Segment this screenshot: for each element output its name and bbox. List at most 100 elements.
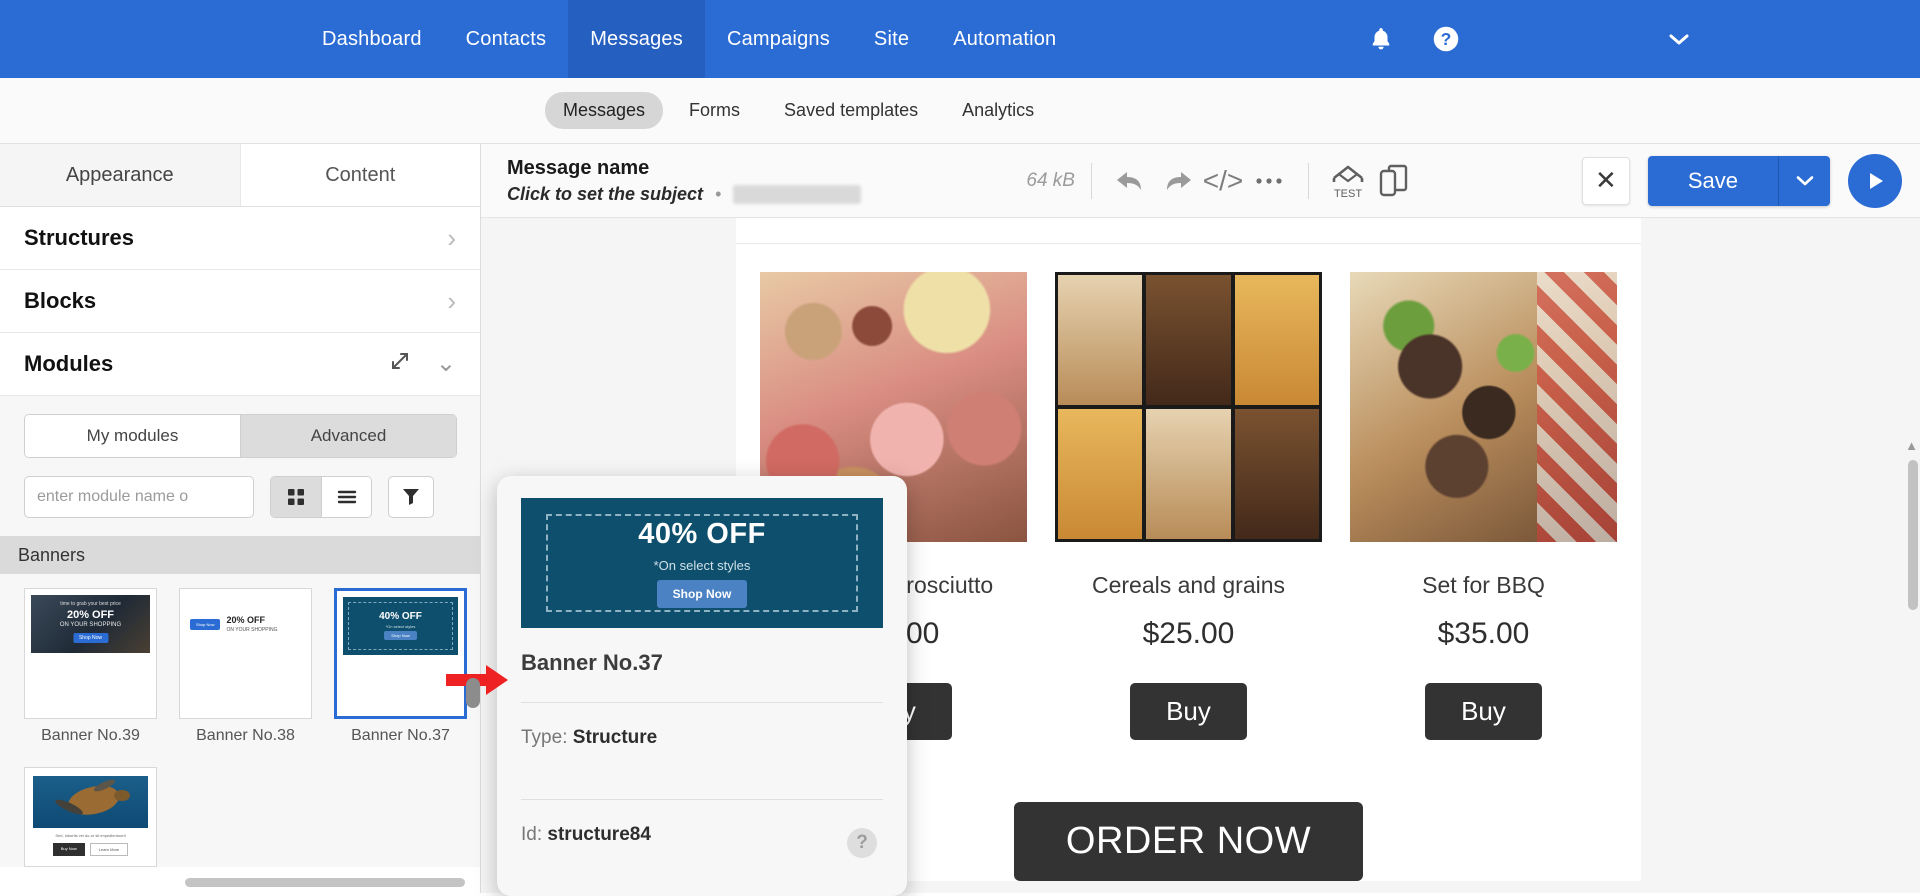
nav-item-dashboard[interactable]: Dashboard (300, 0, 444, 78)
turtle-shell (65, 782, 121, 820)
popup-type-row: Type: Structure (521, 703, 883, 773)
separator-dot: • (715, 183, 722, 204)
thumb-preview: Shop Now 20% OFF ON YOUR SHOPPING (186, 595, 305, 653)
toggle-label: My modules (86, 426, 179, 445)
popup-title: Banner No.37 (521, 650, 663, 675)
email-cut-off-heading (736, 218, 1641, 244)
chevron-right-icon: › (447, 223, 456, 253)
thumb-label: Banner No.37 (351, 727, 450, 744)
collage-cell (1146, 409, 1231, 539)
nav-item-automation[interactable]: Automation (931, 0, 1078, 78)
section-right: › (447, 225, 456, 251)
popup-banner-headline: 40% OFF (638, 518, 766, 550)
editor-toolbar: Message name Click to set the subject • … (481, 144, 1920, 218)
nav-item-site[interactable]: Site (852, 0, 931, 78)
section-title: Blocks (24, 288, 97, 313)
save-button[interactable]: Save (1647, 155, 1778, 206)
expand-arrows-icon[interactable] (388, 349, 412, 379)
popup-banner-cta-button[interactable]: Shop Now (656, 580, 748, 608)
section-structures[interactable]: Structures › (0, 207, 480, 270)
product-card[interactable]: Cereals and grains $25.00 Buy (1055, 272, 1322, 768)
module-thumb-banner-38: Shop Now 20% OFF ON YOUR SHOPPING Banner… (179, 588, 312, 745)
thumb-cta: Shop Now (72, 633, 109, 643)
toolbar-divider (1307, 162, 1309, 199)
nav-label: Campaigns (726, 27, 830, 50)
collage-cell (1234, 409, 1319, 539)
nav-item-messages[interactable]: Messages (568, 0, 705, 78)
nav-item-campaigns[interactable]: Campaigns (705, 0, 852, 78)
ellipsis-icon[interactable] (1246, 158, 1292, 204)
module-thumbnail-list: time to grab your best price 20% OFF ON … (24, 574, 467, 745)
grid-view-icon[interactable] (271, 477, 321, 517)
panel-horizontal-scrollbar[interactable] (185, 878, 465, 887)
module-search-input[interactable] (24, 476, 254, 518)
question-mark-icon[interactable]: ? (847, 828, 877, 858)
tab-analytics[interactable]: Analytics (944, 92, 1052, 129)
thumb-card[interactable]: Sed, lobortis vel do-or sit impedientoor… (24, 767, 157, 867)
popup-banner-subtext: *On select styles (653, 558, 751, 573)
thumb-cta: Shop Now (190, 618, 221, 630)
funnel-filter-icon[interactable] (388, 476, 434, 518)
panel-tab-content[interactable]: Content (240, 144, 480, 206)
toggle-my-modules[interactable]: My modules (25, 415, 240, 457)
message-subject-row: Click to set the subject • (507, 183, 862, 205)
product-price: $25.00 (1142, 617, 1235, 650)
canvas-vertical-scrollbar[interactable] (1908, 460, 1918, 610)
tab-forms[interactable]: Forms (671, 92, 758, 129)
html-code-icon[interactable]: </> (1200, 158, 1246, 204)
play-triangle-icon[interactable] (1848, 153, 1902, 208)
undo-arrow-icon[interactable] (1108, 158, 1154, 204)
product-card[interactable]: Set for BBQ $35.00 Buy (1350, 272, 1617, 768)
nav-left-spacer (0, 0, 300, 78)
thumb-headline: 40% OFF (379, 611, 422, 623)
message-name-field[interactable]: Message name (507, 157, 861, 180)
message-subject-field[interactable]: Click to set the subject (507, 184, 703, 205)
panel-tab-label: Content (325, 163, 396, 186)
thumb-preview: 40% OFF *On select styles Shop Now (343, 597, 458, 655)
thumb-btn-secondary: Learn More (89, 843, 129, 856)
section-modules[interactable]: Modules ⌄ (0, 333, 480, 396)
order-now-button[interactable]: ORDER NOW (1013, 802, 1364, 881)
buy-button[interactable]: Buy (1130, 683, 1247, 740)
send-test-icon[interactable]: TEST (1325, 158, 1371, 204)
thumb-buttons: Buy Now Learn More (33, 843, 148, 856)
account-chevron-down-icon[interactable] (1668, 32, 1690, 46)
device-preview-icon[interactable] (1371, 158, 1417, 204)
scroll-up-arrow-icon[interactable]: ▲ (1905, 438, 1918, 453)
section-blocks[interactable]: Blocks › (0, 270, 480, 333)
tab-messages[interactable]: Messages (545, 92, 664, 129)
collage-cell (1146, 275, 1231, 405)
popup-banner-inner: 40% OFF *On select styles Shop Now (546, 514, 858, 612)
thumb-preview: time to grab your best price 20% OFF ON … (31, 595, 150, 653)
nav-label: Messages (590, 27, 683, 50)
thumb-card[interactable]: time to grab your best price 20% OFF ON … (24, 588, 157, 719)
popup-type-value: Structure (572, 727, 658, 748)
save-chevron-down-icon[interactable] (1778, 155, 1830, 206)
close-button[interactable]: ✕ (1581, 156, 1630, 205)
module-thumb-extra: Sed, lobortis vel do-or sit impedientoor… (24, 767, 157, 867)
mouse-cursor-indicator (466, 678, 480, 708)
thumb-label: Banner No.38 (196, 727, 295, 744)
chevron-down-icon: ⌄ (435, 350, 456, 377)
toggle-advanced[interactable]: Advanced (240, 415, 456, 457)
bell-icon[interactable] (1368, 25, 1394, 53)
modules-source-toggle: My modules Advanced (24, 414, 457, 458)
module-detail-popup: 40% OFF *On select styles Shop Now Banne… (497, 476, 907, 896)
product-name: Set for BBQ (1422, 572, 1545, 598)
message-meta: Message name Click to set the subject • (507, 157, 862, 205)
list-view-icon[interactable] (321, 477, 371, 517)
nav-item-contacts[interactable]: Contacts (444, 0, 569, 78)
turtle-head (113, 789, 130, 801)
top-navigation-bar: Dashboard Contacts Messages Campaigns Si… (0, 0, 1920, 78)
panel-tab-appearance[interactable]: Appearance (0, 144, 241, 206)
help-icon[interactable]: ? (1432, 25, 1460, 53)
test-label: TEST (1334, 188, 1362, 200)
thumb-sub: *On select styles (385, 624, 416, 630)
buy-button[interactable]: Buy (1425, 683, 1542, 740)
tab-label: Analytics (962, 100, 1035, 120)
toolbar-right-actions: ✕ Save (1581, 153, 1902, 208)
tab-saved-templates[interactable]: Saved templates (766, 92, 936, 129)
redo-arrow-icon[interactable] (1154, 158, 1200, 204)
thumb-card[interactable]: Shop Now 20% OFF ON YOUR SHOPPING (179, 588, 312, 719)
section-right: › (447, 288, 456, 314)
